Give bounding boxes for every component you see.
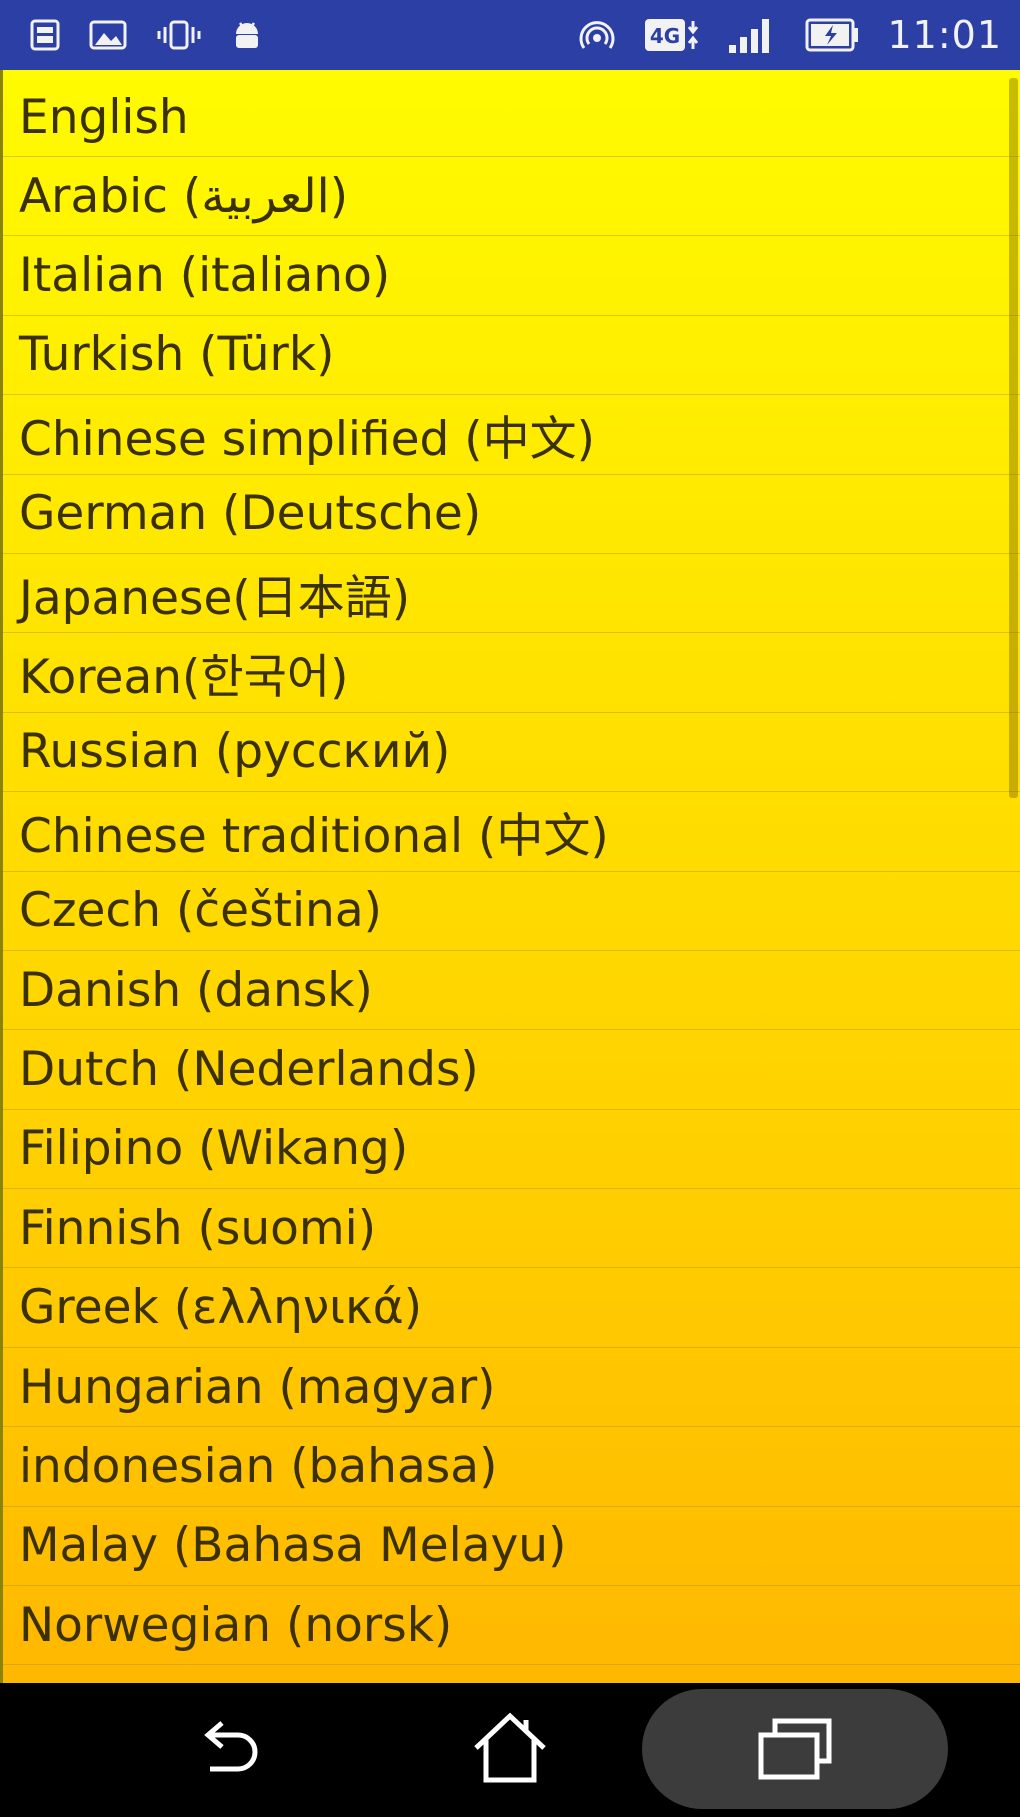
status-right-icons: 4G 11:01: [577, 13, 1002, 57]
list-item-japanese[interactable]: Japanese(日本語): [3, 554, 1020, 634]
list-item-danish[interactable]: Danish (dansk): [3, 951, 1020, 1031]
list-item-german[interactable]: German (Deutsche): [3, 475, 1020, 554]
list-item-dutch[interactable]: Dutch (Nederlands): [3, 1030, 1020, 1110]
language-list: English Arabic (العربية) Italian (italia…: [3, 70, 1020, 1666]
list-item-english[interactable]: English: [3, 70, 1020, 157]
recents-icon: [755, 1713, 835, 1787]
battery-icon: [805, 16, 861, 54]
list-item-greek[interactable]: Greek (ελληνικά): [3, 1268, 1020, 1348]
navigation-bar: [0, 1683, 1020, 1817]
list-item-indonesian[interactable]: indonesian (bahasa): [3, 1427, 1020, 1507]
vibrate-icon: [154, 18, 204, 52]
image-icon: [88, 18, 128, 52]
back-button[interactable]: [138, 1683, 318, 1817]
list-item-chinese-traditional[interactable]: Chinese traditional (中文): [3, 792, 1020, 872]
back-icon: [188, 1713, 268, 1787]
list-item-finnish[interactable]: Finnish (suomi): [3, 1189, 1020, 1269]
home-button[interactable]: [420, 1683, 600, 1817]
home-icon: [470, 1710, 550, 1790]
network-4g-icon: 4G: [643, 15, 701, 55]
recents-button[interactable]: [705, 1683, 885, 1817]
list-item-italian[interactable]: Italian (italiano): [3, 236, 1020, 316]
list-item-czech[interactable]: Czech (čeština): [3, 872, 1020, 951]
list-item-malay[interactable]: Malay (Bahasa Melayu): [3, 1507, 1020, 1587]
status-time: 11:01: [887, 13, 1002, 57]
list-item-hungarian[interactable]: Hungarian (magyar): [3, 1348, 1020, 1428]
list-item-filipino[interactable]: Filipino (Wikang): [3, 1110, 1020, 1190]
hotspot-icon: [577, 18, 617, 52]
list-item-arabic[interactable]: Arabic (العربية): [3, 157, 1020, 237]
signal-icon: [727, 15, 779, 55]
list-item-turkish[interactable]: Turkish (Türk): [3, 316, 1020, 396]
status-bar: 4G 11:01: [0, 0, 1020, 70]
list-scrollbar[interactable]: [1009, 78, 1018, 798]
language-list-container[interactable]: English Arabic (العربية) Italian (italia…: [0, 70, 1020, 1683]
android-icon: [230, 18, 264, 52]
list-item-norwegian[interactable]: Norwegian (norsk): [3, 1586, 1020, 1666]
list-item-russian[interactable]: Russian (русский): [3, 713, 1020, 793]
status-left-icons: [28, 18, 264, 52]
list-item-chinese-simplified[interactable]: Chinese simplified (中文): [3, 395, 1020, 475]
list-item-korean[interactable]: Korean(한국어): [3, 633, 1020, 713]
network-badge-text: 4G: [650, 24, 680, 48]
sim-card-icon: [28, 18, 62, 52]
